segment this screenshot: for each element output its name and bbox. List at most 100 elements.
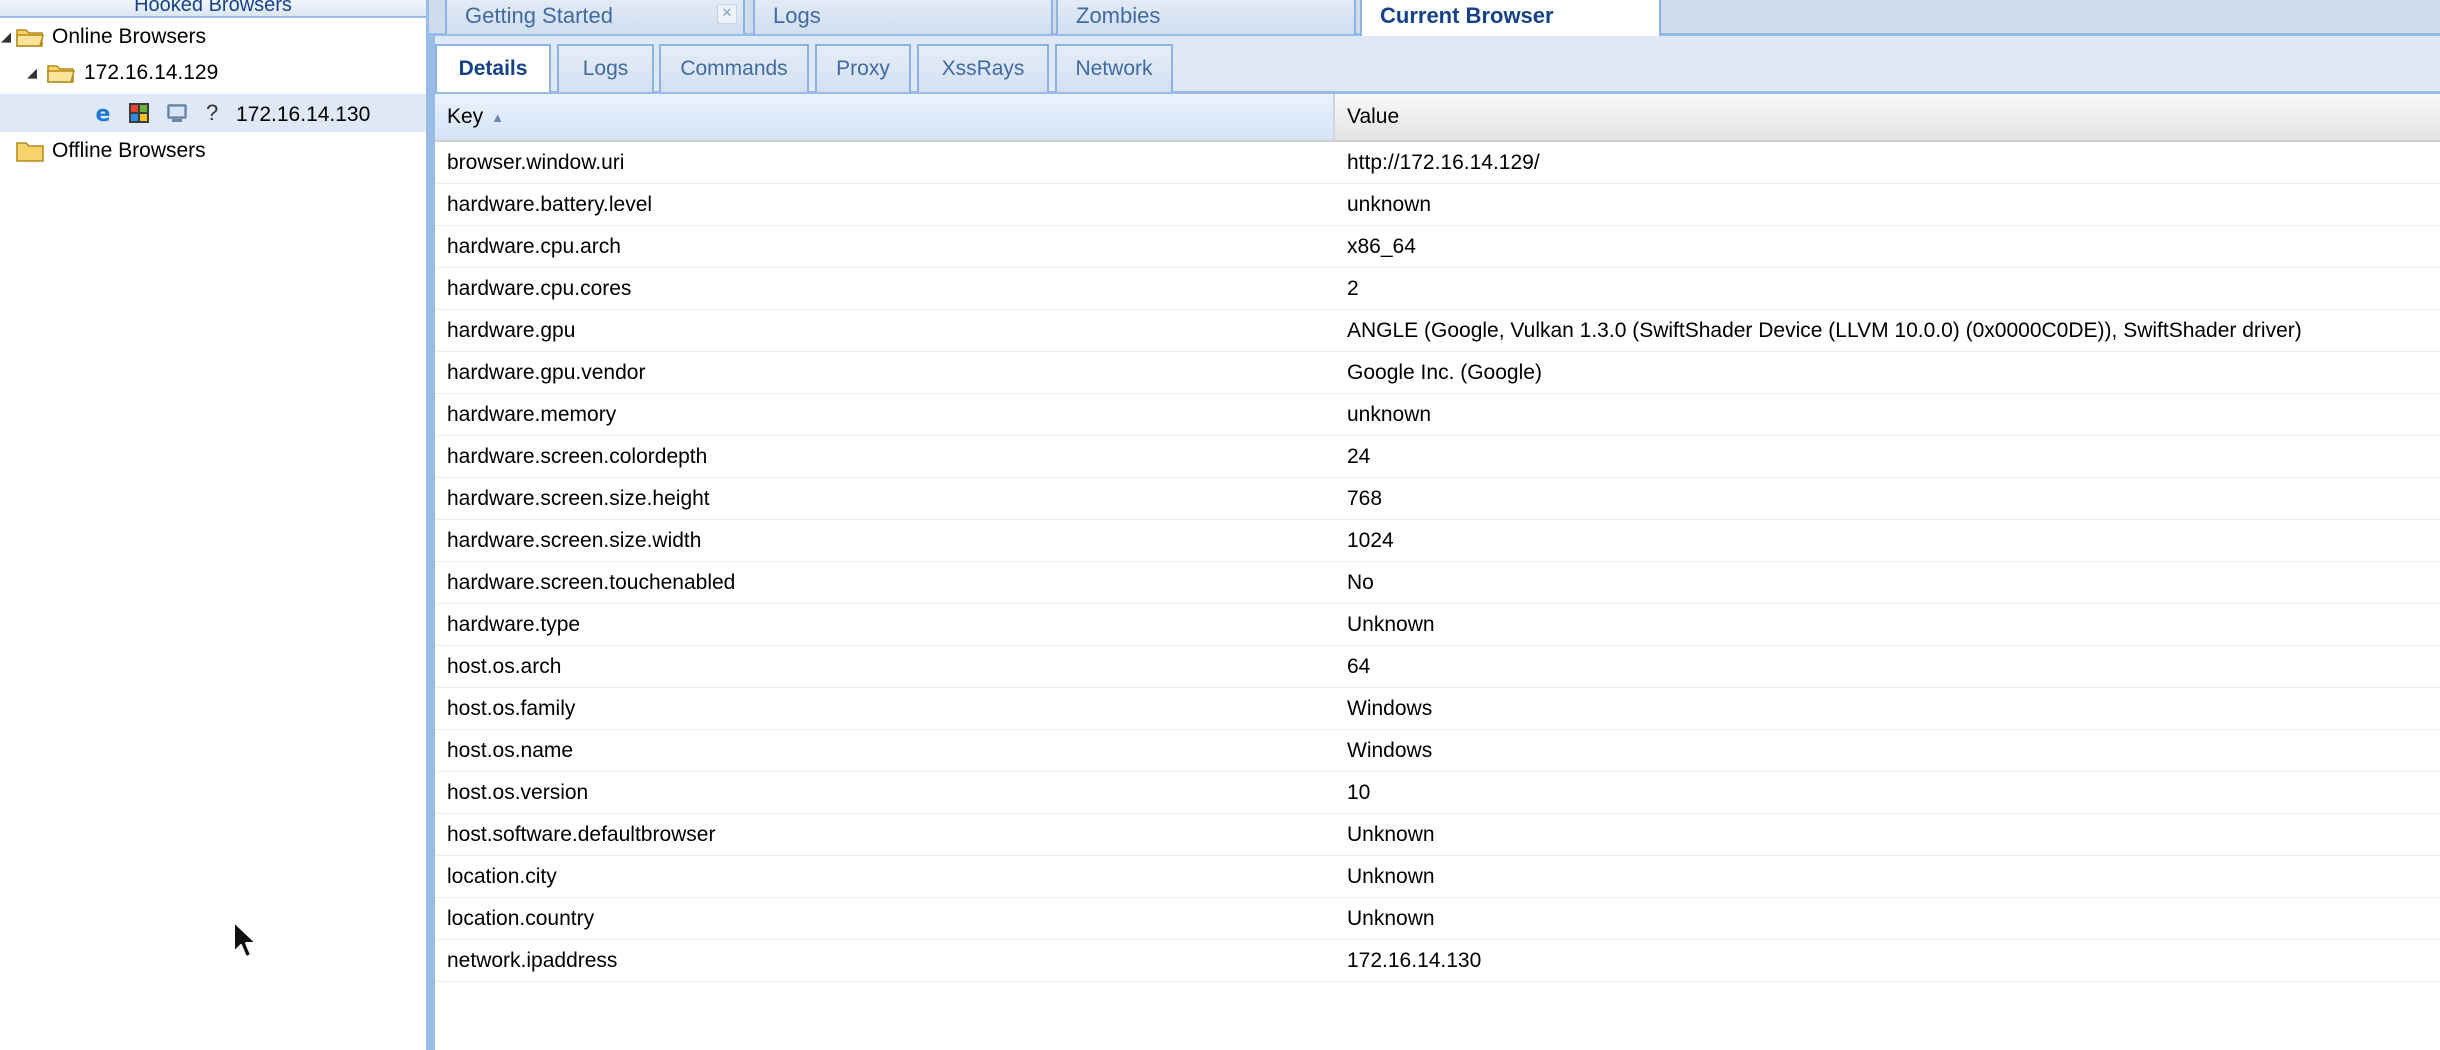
cell-key: host.software.defaultbrowser — [447, 823, 716, 846]
table-row[interactable]: hardware.type Unknown — [435, 604, 2440, 646]
cell-value: Unknown — [1347, 907, 1435, 930]
table-row[interactable]: hardware.screen.size.height 768 — [435, 478, 2440, 520]
cell-key: hardware.cpu.cores — [447, 277, 632, 300]
cell-key: hardware.screen.size.height — [447, 487, 710, 510]
folder-open-icon — [47, 65, 75, 83]
tree-node-browser-selected[interactable]: e ? 172.16.14.130 — [0, 94, 426, 132]
cell-key: hardware.gpu — [447, 319, 576, 342]
table-row[interactable]: hardware.cpu.arch x86_64 — [435, 226, 2440, 268]
cell-key: network.ipaddress — [447, 949, 618, 972]
cell-value: Unknown — [1347, 613, 1435, 636]
sort-ascending-icon: ▲ — [491, 110, 505, 125]
cell-key: hardware.screen.touchenabled — [447, 571, 736, 594]
tree-node-online-browsers[interactable]: ◢ Online Browsers — [0, 18, 426, 56]
cell-value: 64 — [1347, 655, 1371, 678]
hooked-browsers-panel: Hooked Browsers ◢ Online Browsers ◢ 172.… — [0, 0, 429, 1050]
tab-label: Current Browser — [1380, 3, 1554, 28]
cell-key: hardware.screen.size.width — [447, 529, 702, 552]
tab-zombies[interactable]: Zombies — [1056, 0, 1356, 34]
column-header-key[interactable]: Key ▲ — [435, 94, 1335, 140]
column-header-key-label: Key — [447, 105, 484, 128]
internet-explorer-icon: e — [96, 102, 111, 124]
cell-value: 2 — [1347, 277, 1359, 300]
table-row[interactable]: hardware.screen.size.width 1024 — [435, 520, 2440, 562]
tree-node-offline-browsers[interactable]: Offline Browsers — [0, 132, 426, 170]
tree-node-host[interactable]: ◢ 172.16.14.129 — [0, 54, 426, 92]
table-row[interactable]: hardware.battery.level unknown — [435, 184, 2440, 226]
tab-current-browser[interactable]: Current Browser — [1360, 0, 1661, 36]
cell-value: http://172.16.14.129/ — [1347, 151, 1540, 174]
tree-label-browser: 172.16.14.130 — [236, 103, 371, 126]
table-row[interactable]: hardware.gpu.vendor Google Inc. (Google) — [435, 352, 2440, 394]
tab-details[interactable]: Details — [435, 44, 551, 92]
cell-value: unknown — [1347, 403, 1432, 426]
table-row[interactable]: host.os.family Windows — [435, 688, 2440, 730]
cell-value: 768 — [1347, 487, 1383, 510]
cell-value: No — [1347, 571, 1374, 594]
details-tab-bar: Details Logs Commands Proxy XssRays Netw… — [435, 36, 2440, 94]
cell-value: x86_64 — [1347, 235, 1416, 258]
tree-label-offline: Offline Browsers — [52, 139, 206, 162]
cell-value: 1024 — [1347, 529, 1394, 552]
cell-value: Google Inc. (Google) — [1347, 361, 1542, 384]
table-row[interactable]: hardware.memory unknown — [435, 394, 2440, 436]
cell-key: host.os.arch — [447, 655, 562, 678]
cell-value: ANGLE (Google, Vulkan 1.3.0 (SwiftShader… — [1347, 319, 2302, 342]
cell-key: hardware.battery.level — [447, 193, 653, 216]
cell-value: 24 — [1347, 445, 1371, 468]
cell-key: hardware.screen.colordepth — [447, 445, 708, 468]
cell-key: location.city — [447, 865, 557, 888]
mouse-cursor-icon — [233, 921, 257, 958]
cell-key: browser.window.uri — [447, 151, 625, 174]
table-row[interactable]: host.os.name Windows — [435, 730, 2440, 772]
table-row[interactable]: host.os.version 10 — [435, 772, 2440, 814]
panel-title: Hooked Browsers — [0, 0, 426, 18]
table-row[interactable]: browser.window.uri http://172.16.14.129/ — [435, 142, 2440, 184]
cell-value: 172.16.14.130 — [1347, 949, 1482, 972]
table-row[interactable]: location.city Unknown — [435, 856, 2440, 898]
tab-commands[interactable]: Commands — [659, 44, 809, 92]
cell-value: Unknown — [1347, 865, 1435, 888]
tab-label: Getting Started — [465, 3, 613, 28]
tab-logs-sub[interactable]: Logs — [557, 44, 654, 92]
tree-label-host: 172.16.14.129 — [84, 61, 219, 84]
cell-key: host.os.family — [447, 697, 576, 720]
table-row[interactable]: host.software.defaultbrowser Unknown — [435, 814, 2440, 856]
table-row[interactable]: hardware.gpu ANGLE (Google, Vulkan 1.3.0 … — [435, 310, 2440, 352]
table-row[interactable]: hardware.screen.touchenabled No — [435, 562, 2440, 604]
cell-key: hardware.memory — [447, 403, 617, 426]
cell-key: hardware.gpu.vendor — [447, 361, 646, 384]
table-row[interactable]: hardware.cpu.cores 2 — [435, 268, 2440, 310]
tree-label-online: Online Browsers — [52, 25, 207, 48]
computer-icon — [167, 104, 187, 122]
tab-logs[interactable]: Logs — [753, 0, 1053, 34]
cell-value: 10 — [1347, 781, 1371, 804]
close-icon[interactable]: ✕ — [717, 4, 737, 24]
svg-text:e: e — [96, 102, 111, 124]
cell-key: location.country — [447, 907, 595, 930]
main-area: Getting Started ✕ Logs Zombies Current B… — [429, 0, 2440, 1050]
table-row[interactable]: location.country Unknown — [435, 898, 2440, 940]
tab-proxy[interactable]: Proxy — [815, 44, 911, 92]
cell-value: unknown — [1347, 193, 1432, 216]
tab-network[interactable]: Network — [1055, 44, 1173, 92]
grid-header: Key ▲ Value — [435, 94, 2440, 142]
unknown-device-icon: ? — [206, 100, 219, 125]
expand-triangle-icon[interactable]: ◢ — [27, 54, 37, 92]
windows-logo-icon — [129, 103, 149, 123]
tab-label: Zombies — [1076, 3, 1161, 28]
cell-key: host.os.version — [447, 781, 589, 804]
table-row[interactable]: host.os.arch 64 — [435, 646, 2440, 688]
cell-value: Unknown — [1347, 823, 1435, 846]
current-browser-panel: Details Logs Commands Proxy XssRays Netw… — [429, 36, 2440, 1050]
folder-closed-icon — [16, 142, 44, 162]
table-row[interactable]: hardware.screen.colordepth 24 — [435, 436, 2440, 478]
tab-xssrays[interactable]: XssRays — [917, 44, 1049, 92]
tab-label: Logs — [773, 3, 821, 28]
cell-key: hardware.cpu.arch — [447, 235, 621, 258]
tab-getting-started[interactable]: Getting Started ✕ — [445, 0, 745, 34]
expand-triangle-icon[interactable]: ◢ — [1, 18, 11, 56]
cell-key: host.os.name — [447, 739, 574, 762]
column-header-value[interactable]: Value — [1335, 94, 2440, 140]
table-row[interactable]: network.ipaddress 172.16.14.130 — [435, 940, 2440, 982]
